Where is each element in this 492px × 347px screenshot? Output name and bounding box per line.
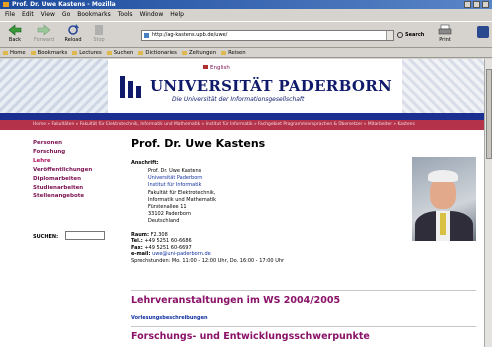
reload-label: Reload	[64, 37, 82, 43]
stop-button[interactable]: Stop	[87, 24, 111, 46]
sidebar-item-studienarbeiten[interactable]: Studienarbeiten	[33, 184, 113, 193]
university-tagline: Die Universität der Informationsgesellsc…	[172, 96, 305, 103]
reload-button[interactable]: Reload	[61, 24, 85, 46]
menu-go[interactable]: Go	[62, 10, 70, 20]
search-icon	[397, 32, 403, 38]
forward-button[interactable]: Forward	[32, 24, 56, 46]
bookmarks-toolbar: Home Bookmarks Lectures Suchen Dictionar…	[0, 49, 492, 58]
fax-label: Fax:	[131, 244, 143, 251]
sidebar-item-stellenangebote[interactable]: Stellenangebote	[33, 192, 113, 201]
url-dropdown-icon[interactable]	[386, 31, 393, 40]
search-label-sidebar: SUCHEN:	[33, 234, 59, 240]
back-arrow-icon	[8, 24, 22, 36]
bookmark-reisen[interactable]: Reisen	[221, 49, 246, 57]
close-icon[interactable]	[482, 1, 489, 8]
forward-label: Forward	[33, 37, 55, 43]
sidebar-nav: Personen Forschung Lehre Veröffentlichun…	[33, 139, 113, 201]
room-value: F2.308	[150, 231, 168, 238]
divider	[131, 326, 476, 327]
search-label: Search	[405, 32, 425, 38]
office-hours: Sprechstunden: Mo. 11:00 - 12:00 Uhr, Do…	[131, 258, 285, 264]
bookmark-lectures[interactable]: Lectures	[72, 49, 102, 57]
minimize-icon[interactable]	[464, 1, 471, 8]
divider	[131, 290, 476, 291]
search-button[interactable]: Search	[397, 30, 426, 41]
reload-icon	[68, 24, 79, 35]
url-text: http://ag-kastens.upb.de/uwe/	[152, 32, 228, 38]
breadcrumb[interactable]: Home » Fakultäten » Fakultät für Elektro…	[0, 120, 484, 130]
site-search-input[interactable]	[65, 231, 105, 240]
sidebar-item-forschung[interactable]: Forschung	[33, 148, 113, 157]
menu-file[interactable]: File	[5, 10, 15, 20]
page-icon	[144, 33, 149, 38]
fax-value: +49 5251 60-6697	[144, 244, 192, 251]
printer-icon	[438, 24, 452, 35]
menu-view[interactable]: View	[41, 10, 55, 20]
university-name[interactable]: UNIVERSITÄT PADERBORN	[150, 77, 392, 95]
sidebar-item-veroeffentlichungen[interactable]: Veröffentlichungen	[33, 166, 113, 175]
header-photo-left	[0, 59, 108, 113]
header-band	[0, 113, 484, 120]
sidebar-item-lehre[interactable]: Lehre	[33, 157, 113, 166]
english-link[interactable]: English	[203, 65, 230, 71]
portrait-photo	[412, 157, 476, 241]
forward-arrow-icon	[37, 24, 51, 36]
window-title: Prof. Dr. Uwe Kastens - Mozilla	[12, 1, 116, 8]
back-label: Back	[8, 37, 22, 43]
sidebar-item-diplomarbeiten[interactable]: Diplomarbeiten	[33, 175, 113, 184]
menu-help[interactable]: Help	[170, 10, 184, 20]
scrollbar-thumb[interactable]	[486, 69, 492, 159]
sidebar-item-personen[interactable]: Personen	[33, 139, 113, 148]
menu-window[interactable]: Window	[140, 10, 164, 20]
email-link[interactable]: uwe@uni-paderborn.de	[152, 251, 211, 257]
bookmark-home[interactable]: Home	[3, 49, 26, 57]
site-header: English UNIVERSITÄT PADERBORN Die Univer…	[0, 59, 484, 113]
print-button[interactable]: Print	[434, 24, 456, 46]
print-label: Print	[439, 37, 451, 43]
page-title: Prof. Dr. Uwe Kastens	[131, 137, 266, 150]
bookmark-suchen[interactable]: Suchen	[107, 49, 134, 57]
header-photo-right	[402, 59, 484, 113]
throbber-icon	[477, 26, 489, 38]
research-heading: Forschungs- und Entwicklungsschwerpunkte	[131, 331, 370, 342]
bookmark-zeitungen[interactable]: Zeitungen	[182, 49, 216, 57]
maximize-icon[interactable]	[473, 1, 480, 8]
stop-icon	[95, 25, 103, 35]
lectures-link[interactable]: Vorlesungsbeschreibungen	[131, 315, 208, 321]
url-field[interactable]: http://ag-kastens.upb.de/uwe/	[141, 30, 394, 41]
tel-value: +49 5251 60-6686	[144, 238, 192, 245]
tel-label: Tel.:	[131, 238, 143, 245]
back-button[interactable]: Back	[3, 24, 27, 46]
bookmark-bookmarks[interactable]: Bookmarks	[31, 49, 68, 57]
menu-edit[interactable]: Edit	[22, 10, 34, 20]
university-logo-icon	[120, 76, 150, 98]
menu-bar: File Edit View Go Bookmarks Tools Window…	[0, 10, 492, 20]
menu-tools[interactable]: Tools	[118, 10, 133, 20]
email-label: e-mail:	[131, 251, 151, 258]
stop-label: Stop	[93, 37, 105, 43]
room-label: Raum:	[131, 231, 149, 238]
vertical-scrollbar[interactable]	[484, 59, 492, 347]
menu-bookmarks[interactable]: Bookmarks	[77, 10, 111, 20]
bookmark-dictionaries[interactable]: Dictionaries	[138, 49, 177, 57]
title-bar: Prof. Dr. Uwe Kastens - Mozilla	[0, 0, 492, 9]
mozilla-icon	[3, 2, 9, 7]
lectures-heading: Lehrveranstaltungen im WS 2004/2005	[131, 295, 341, 306]
browser-window: Prof. Dr. Uwe Kastens - Mozilla File Edi…	[0, 0, 492, 347]
navigation-toolbar: Back Forward Reload Stop http://ag-kaste…	[0, 21, 492, 48]
page-content: English UNIVERSITÄT PADERBORN Die Univer…	[0, 59, 484, 347]
window-controls	[464, 1, 489, 8]
